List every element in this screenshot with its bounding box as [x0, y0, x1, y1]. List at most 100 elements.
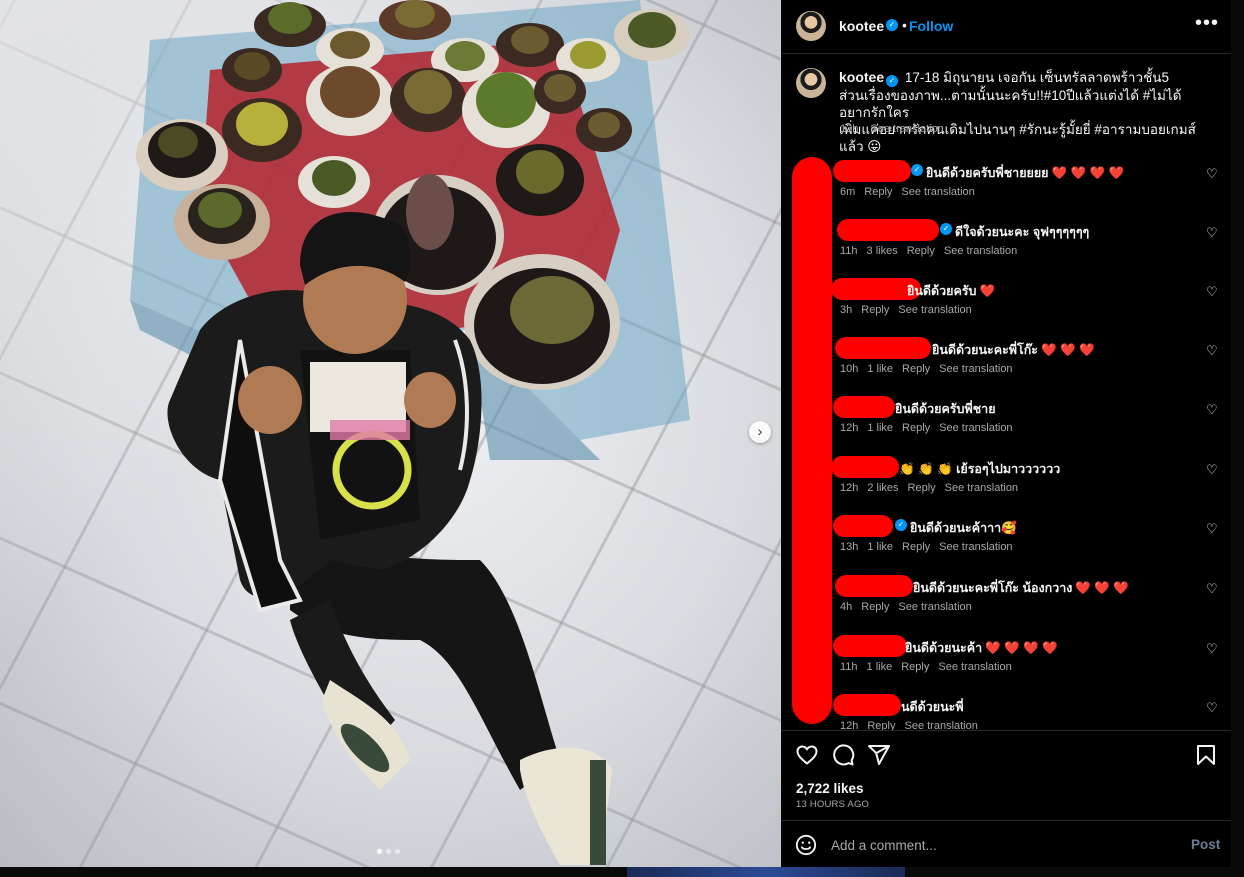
- share-icon[interactable]: [867, 743, 891, 767]
- post-comment-button[interactable]: Post: [1191, 837, 1220, 852]
- comment-like-icon[interactable]: ♡: [1206, 700, 1218, 716]
- comment-meta: 4h Reply See translation: [840, 601, 972, 613]
- comment-like-icon[interactable]: ♡: [1206, 402, 1218, 418]
- comment-icon[interactable]: [831, 743, 855, 767]
- see-translation-link[interactable]: See translation: [939, 363, 1012, 375]
- author-avatar[interactable]: [796, 11, 826, 41]
- post-actions: 2,722 likes 13 HOURS AGO: [781, 730, 1231, 820]
- comment-item: ยินดีด้วยครับ ❤️ 3h Reply See translation ♡: [781, 278, 1231, 328]
- caption-line-1: 17-18 มิถุนายน เจอกัน เซ็นทรัลลาดพร้าวชั…: [904, 70, 1169, 85]
- comment-like-icon[interactable]: ♡: [1206, 343, 1218, 359]
- see-translation-link[interactable]: See translation: [901, 186, 974, 198]
- comment-text: ยินดีด้วยนะค้า ❤️ ❤️ ❤️ ❤️: [905, 641, 1058, 655]
- post-photo-illustration: [130, 0, 690, 865]
- caption-username[interactable]: kootee: [839, 69, 884, 85]
- reply-link[interactable]: Reply: [861, 601, 889, 613]
- comment-text: ยินดีด้วยนะค้าาา🥰: [910, 521, 1017, 535]
- comment-text: 👏 👏 👏 เย้รอๆไปมาวววววว: [899, 462, 1061, 476]
- redacted-username: [833, 694, 901, 716]
- comment-text: ยินดีด้วยนะคะพี่โก๊ะ ❤️ ❤️ ❤️: [932, 343, 1095, 357]
- caption-author-avatar[interactable]: [796, 68, 826, 98]
- redacted-username: [837, 219, 939, 241]
- separator-bullet: •: [902, 17, 907, 33]
- comment-item: ✓ ยินดีด้วยครับพี่ชายยยย ❤️ ❤️ ❤️ ❤️ 6m Re…: [781, 160, 1231, 210]
- comment-meta: 10h 1 like Reply See translation: [840, 363, 1013, 375]
- comment-item: ยินดีด้วยนะคะพี่โก๊ะ น้องกวาง ❤️ ❤️ ❤️ 4h…: [781, 575, 1231, 625]
- post-photo[interactable]: ›: [0, 0, 781, 867]
- see-translation-link[interactable]: See translation: [904, 720, 977, 730]
- reply-link[interactable]: Reply: [902, 541, 930, 553]
- comment-meta: 13h 1 like Reply See translation: [840, 541, 1013, 553]
- heart-icon[interactable]: [795, 743, 819, 767]
- reply-link[interactable]: Reply: [908, 482, 936, 494]
- reply-link[interactable]: Reply: [907, 245, 935, 257]
- comment-input[interactable]: [831, 834, 1171, 856]
- redacted-username: [833, 160, 911, 182]
- comment-item: ยินดีด้วยนะคะพี่โก๊ะ ❤️ ❤️ ❤️ 10h 1 like Re…: [781, 337, 1231, 387]
- redacted-username: [833, 515, 893, 537]
- redacted-username: [833, 635, 907, 657]
- verified-badge-icon: ✓: [895, 519, 907, 531]
- comment-like-icon[interactable]: ♡: [1206, 641, 1218, 657]
- verified-badge-icon: ✓: [911, 164, 923, 176]
- page-scrollbar[interactable]: [1231, 0, 1244, 867]
- post-side-panel: kootee ✓ • Follow ••• kootee ✓ 17-18 มิถุ…: [781, 0, 1231, 867]
- reply-link[interactable]: Reply: [864, 186, 892, 198]
- comment-like-icon[interactable]: ♡: [1206, 581, 1218, 597]
- comment-text: นดีด้วยนะพี่: [901, 700, 964, 714]
- comment-like-icon[interactable]: ♡: [1206, 166, 1218, 182]
- reply-link[interactable]: Reply: [902, 363, 930, 375]
- caption-time: 13h: [840, 123, 859, 135]
- chevron-right-icon: ›: [757, 423, 763, 439]
- add-comment-bar: Post: [781, 820, 1231, 867]
- likes-count[interactable]: 2,722 likes: [796, 781, 864, 796]
- comment-like-icon[interactable]: ♡: [1206, 284, 1218, 300]
- post-header: kootee ✓ • Follow •••: [781, 0, 1231, 54]
- comment-meta: 12h 2 likes Reply See translation: [840, 482, 1019, 494]
- comment-text: ยินดีด้วยครับพี่ชาย: [895, 402, 996, 416]
- carousel-dot-2[interactable]: [386, 849, 391, 854]
- emoji-icon[interactable]: [795, 834, 817, 856]
- follow-button[interactable]: Follow: [909, 18, 953, 34]
- comment-item: 👏 👏 👏 เย้รอๆไปมาวววววว 12h 2 likes Reply Se…: [781, 456, 1231, 506]
- comment-meta: 11h 3 likes Reply See translation: [840, 245, 1018, 257]
- comment-like-icon[interactable]: ♡: [1206, 521, 1218, 537]
- carousel-dot-3[interactable]: [395, 849, 400, 854]
- reply-link[interactable]: Reply: [867, 720, 895, 730]
- see-translation-link[interactable]: See translation: [938, 661, 1011, 673]
- see-translation-link[interactable]: See translation: [944, 245, 1017, 257]
- comment-item: นดีด้วยนะพี่ 12h Reply See translation ♡: [781, 694, 1231, 730]
- see-translation-link[interactable]: See translation: [939, 422, 1012, 434]
- author-username[interactable]: kootee: [839, 18, 884, 34]
- post-time-ago[interactable]: 13 HOURS AGO: [796, 799, 869, 810]
- bookmark-icon[interactable]: [1194, 743, 1218, 767]
- comment-like-icon[interactable]: ♡: [1206, 462, 1218, 478]
- reply-link[interactable]: Reply: [861, 304, 889, 316]
- carousel-next-button[interactable]: ›: [749, 421, 771, 443]
- carousel-dot-1[interactable]: [377, 849, 382, 854]
- comment-item: ยินดีด้วยนะค้า ❤️ ❤️ ❤️ ❤️ 11h 1 like Reply…: [781, 635, 1231, 685]
- more-options-icon[interactable]: •••: [1195, 12, 1219, 35]
- comment-meta: 11h 1 like Reply See translation: [840, 661, 1012, 673]
- reply-link[interactable]: Reply: [902, 422, 930, 434]
- redacted-username: [833, 396, 895, 418]
- redacted-username: [835, 337, 931, 359]
- see-translation-link[interactable]: See translation: [945, 482, 1018, 494]
- comment-meta: 6m Reply See translation: [840, 186, 975, 198]
- comment-like-icon[interactable]: ♡: [1206, 225, 1218, 241]
- comment-meta: 3h Reply See translation: [840, 304, 972, 316]
- taskbar-strip: [0, 867, 1244, 877]
- comment-text: ยินดีด้วยนะคะพี่โก๊ะ น้องกวาง ❤️ ❤️ ❤️: [913, 581, 1129, 595]
- see-translation-link[interactable]: See translation: [898, 601, 971, 613]
- verified-badge-icon: ✓: [886, 19, 898, 31]
- see-translation-link[interactable]: See translation: [898, 304, 971, 316]
- comment-text: ยินดีด้วยครับ ❤️: [907, 284, 996, 298]
- see-translation-link[interactable]: See translation: [939, 541, 1012, 553]
- reply-link[interactable]: Reply: [901, 661, 929, 673]
- comment-meta: 12h Reply See translation: [840, 720, 978, 730]
- comment-text: ยินดีด้วยครับพี่ชายยยย ❤️ ❤️ ❤️ ❤️: [926, 166, 1125, 180]
- caption-see-translation[interactable]: See translation: [870, 123, 943, 135]
- redacted-username: [831, 456, 899, 478]
- caption-meta: 13h See translation: [840, 123, 953, 135]
- taskbar-thumbnail: [627, 867, 905, 877]
